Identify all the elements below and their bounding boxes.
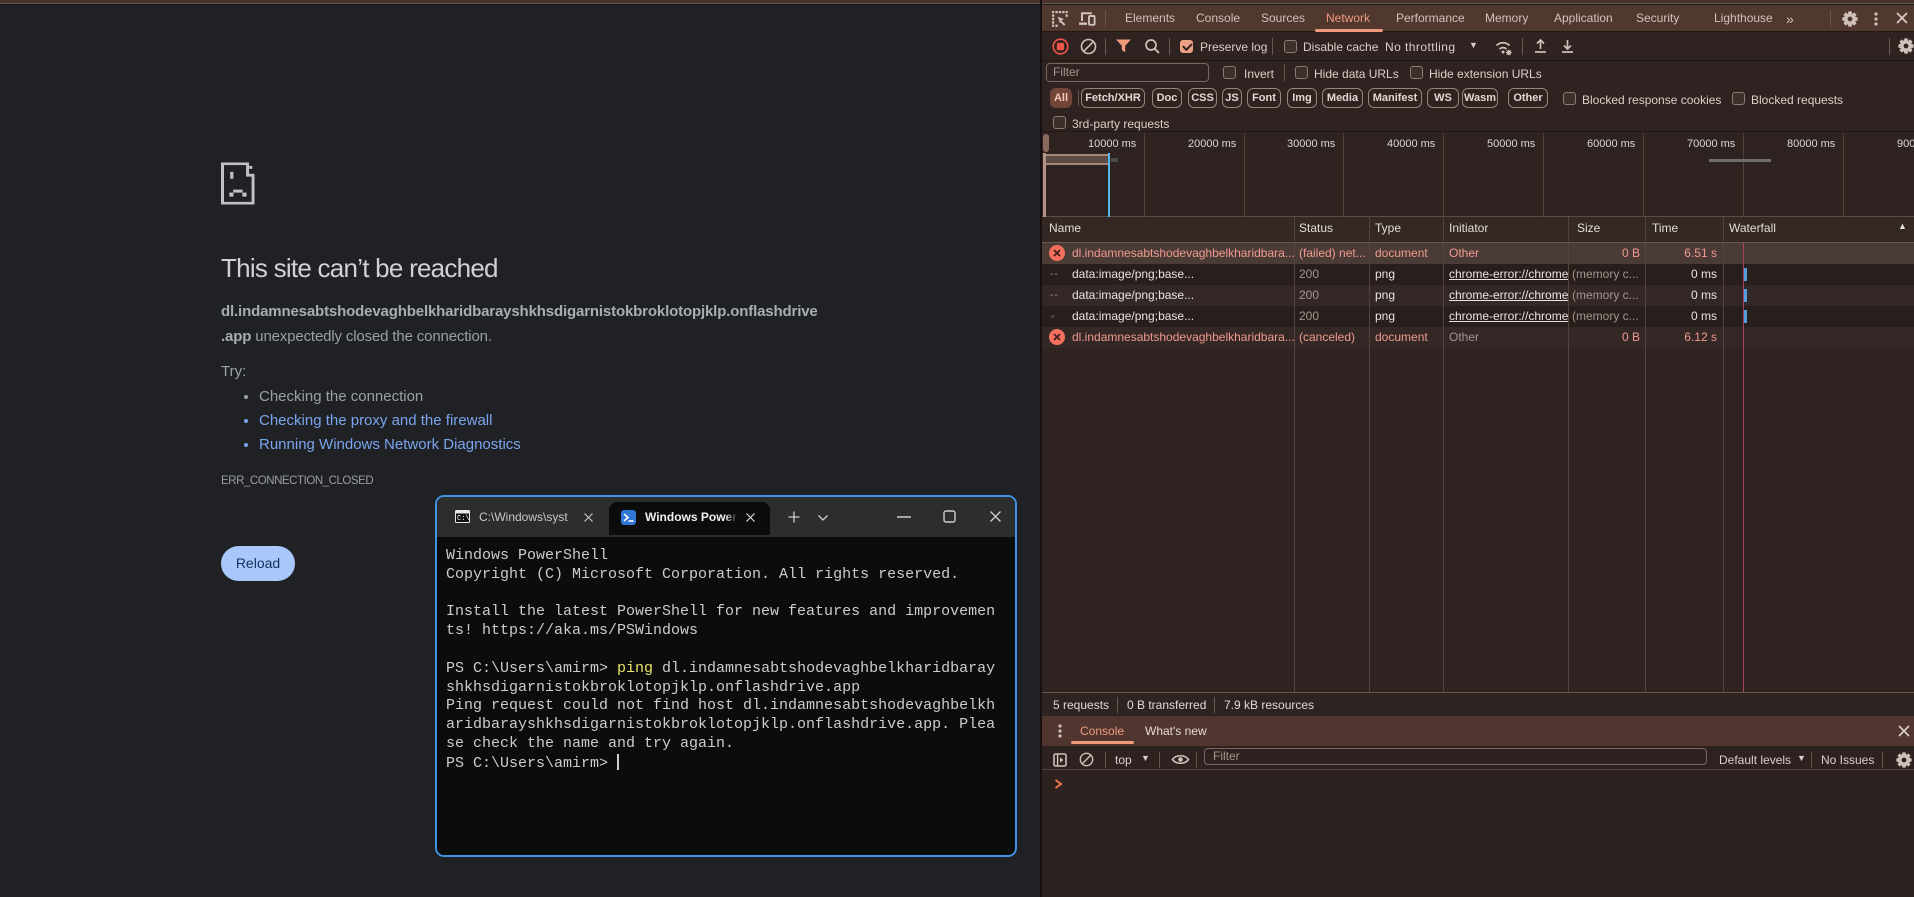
- svg-text:C:\: C:\: [457, 515, 470, 523]
